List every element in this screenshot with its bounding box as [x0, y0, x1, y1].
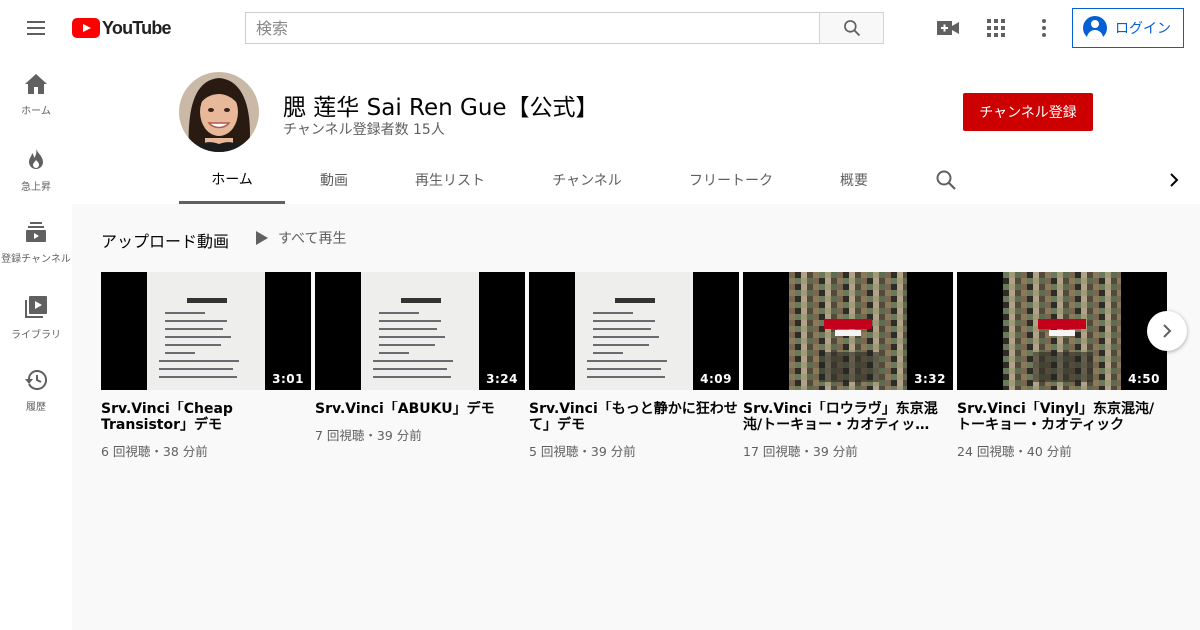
- account-circle-icon: [1083, 16, 1107, 40]
- play-all-label: すべて再生: [278, 231, 347, 247]
- create-video-button[interactable]: [936, 16, 960, 40]
- apps-grid-icon: [987, 19, 1005, 37]
- video-title[interactable]: Srv.Vinci「ロウラヴ」东京混沌/トーキョー・カオティッ…: [743, 401, 953, 433]
- video-card[interactable]: 3:01 Srv.Vinci「Cheap Transistor」デモ 6 回視聴・3…: [101, 272, 311, 460]
- search-input[interactable]: [256, 18, 819, 38]
- chevron-right-icon: [1163, 324, 1172, 338]
- library-icon: [25, 296, 47, 318]
- video-metadata: 6 回視聴・38 分前: [101, 444, 208, 459]
- sidebar-item-label: ライブラリ: [11, 330, 61, 341]
- tab-home[interactable]: ホーム: [179, 156, 285, 204]
- video-title[interactable]: Srv.Vinci「Cheap Transistor」デモ: [101, 401, 311, 433]
- channel-tabs: ホーム 動画 再生リスト チャンネル フリートーク 概要: [72, 156, 1200, 204]
- sidebar-item-label: ホーム: [21, 106, 51, 117]
- thumbnail-image: [1003, 272, 1121, 390]
- thumbnail-image: [789, 272, 907, 390]
- search-icon: [843, 20, 860, 37]
- search-box: [245, 12, 820, 44]
- section-title[interactable]: アップロード動画: [101, 228, 229, 252]
- subscriber-count: チャンネル登録者数 15人: [283, 122, 445, 138]
- subscriptions-icon: [26, 222, 46, 242]
- sidebar-item-home[interactable]: ホーム: [0, 64, 72, 138]
- video-title[interactable]: Srv.Vinci「もっと静かに狂わせて」デモ: [529, 401, 739, 433]
- video-metadata: 5 回視聴・39 分前: [529, 444, 636, 459]
- tab-playlists[interactable]: 再生リスト: [402, 156, 498, 204]
- video-thumbnail[interactable]: 4:09: [529, 272, 739, 390]
- youtube-play-icon: [72, 18, 100, 38]
- masthead: YouTube ログイン: [0, 0, 1200, 56]
- thumbnail-image: [147, 272, 265, 390]
- video-thumbnail[interactable]: 3:01: [101, 272, 311, 390]
- video-card[interactable]: 3:24 Srv.Vinci「ABUKU」デモ 7 回視聴・39 分前: [315, 272, 525, 444]
- shelf-next-button[interactable]: [1147, 311, 1187, 351]
- video-metadata: 7 回視聴・39 分前: [315, 428, 422, 443]
- avatar-image: [179, 72, 259, 152]
- video-thumbnail[interactable]: 3:32: [743, 272, 953, 390]
- history-icon: [25, 370, 47, 390]
- sidebar-item-history[interactable]: 履歴: [0, 360, 72, 434]
- video-duration: 3:32: [914, 372, 946, 386]
- video-title[interactable]: Srv.Vinci「Vinyl」东京混沌/トーキョー・カオティック: [957, 401, 1167, 433]
- subscribe-button[interactable]: チャンネル登録: [963, 93, 1093, 131]
- video-card[interactable]: 4:09 Srv.Vinci「もっと静かに狂わせて」デモ 5 回視聴・39 分前: [529, 272, 739, 460]
- video-duration: 3:01: [272, 372, 304, 386]
- more-vertical-icon: [1042, 19, 1046, 37]
- video-metadata: 17 回視聴・39 分前: [743, 444, 858, 459]
- login-button[interactable]: ログイン: [1072, 8, 1184, 48]
- sidebar-item-trending[interactable]: 急上昇: [0, 138, 72, 212]
- video-duration: 4:09: [700, 372, 732, 386]
- video-card[interactable]: 3:32 Srv.Vinci「ロウラヴ」东京混沌/トーキョー・カオティッ… 17 回…: [743, 272, 953, 460]
- video-title[interactable]: Srv.Vinci「ABUKU」デモ: [315, 401, 525, 417]
- login-label: ログイン: [1115, 21, 1171, 37]
- video-duration: 3:24: [486, 372, 518, 386]
- channel-search-button[interactable]: [934, 168, 958, 192]
- channel-avatar[interactable]: [179, 72, 259, 152]
- video-thumbnail[interactable]: 4:50: [957, 272, 1167, 390]
- play-icon: [256, 231, 268, 245]
- tab-discussion[interactable]: フリートーク: [676, 156, 786, 204]
- logo-text: YouTube: [102, 17, 172, 38]
- video-thumbnail[interactable]: 3:24: [315, 272, 525, 390]
- sidebar-item-label: 履歴: [26, 402, 46, 413]
- tab-videos[interactable]: 動画: [304, 156, 364, 204]
- video-card[interactable]: 4:50 Srv.Vinci「Vinyl」东京混沌/トーキョー・カオティック 24 …: [957, 272, 1167, 460]
- sidebar-item-label: 登録チャンネル: [1, 254, 71, 265]
- thumbnail-image: [361, 272, 479, 390]
- chevron-right-icon: [1170, 173, 1179, 187]
- sidebar-item-label: 急上昇: [21, 182, 51, 193]
- thumbnail-image: [575, 272, 693, 390]
- mini-guide: ホーム 急上昇 登録チャンネル ライブラリ 履歴: [0, 56, 72, 630]
- video-duration: 4:50: [1128, 372, 1160, 386]
- channel-header: 腮 莲华 Sai Ren Gue【公式】 チャンネル登録者数 15人 チャンネル…: [72, 56, 1200, 204]
- video-camera-add-icon: [937, 21, 959, 35]
- tab-channels[interactable]: チャンネル: [536, 156, 638, 204]
- hamburger-menu-icon[interactable]: [24, 16, 48, 40]
- youtube-logo[interactable]: YouTube: [72, 17, 172, 39]
- tabs-scroll-right-button[interactable]: [1162, 168, 1186, 192]
- apps-button[interactable]: [984, 16, 1008, 40]
- settings-menu-button[interactable]: [1032, 16, 1056, 40]
- channel-title: 腮 莲华 Sai Ren Gue【公式】: [283, 95, 599, 121]
- sidebar-item-library[interactable]: ライブラリ: [0, 286, 72, 360]
- sidebar-item-subscriptions[interactable]: 登録チャンネル: [0, 212, 72, 286]
- flame-icon: [29, 148, 43, 169]
- tab-about[interactable]: 概要: [824, 156, 884, 204]
- video-metadata: 24 回視聴・40 分前: [957, 444, 1072, 459]
- play-all-button[interactable]: すべて再生: [256, 226, 346, 250]
- search-icon: [936, 170, 956, 190]
- search-button[interactable]: [819, 12, 884, 44]
- home-icon: [25, 74, 47, 94]
